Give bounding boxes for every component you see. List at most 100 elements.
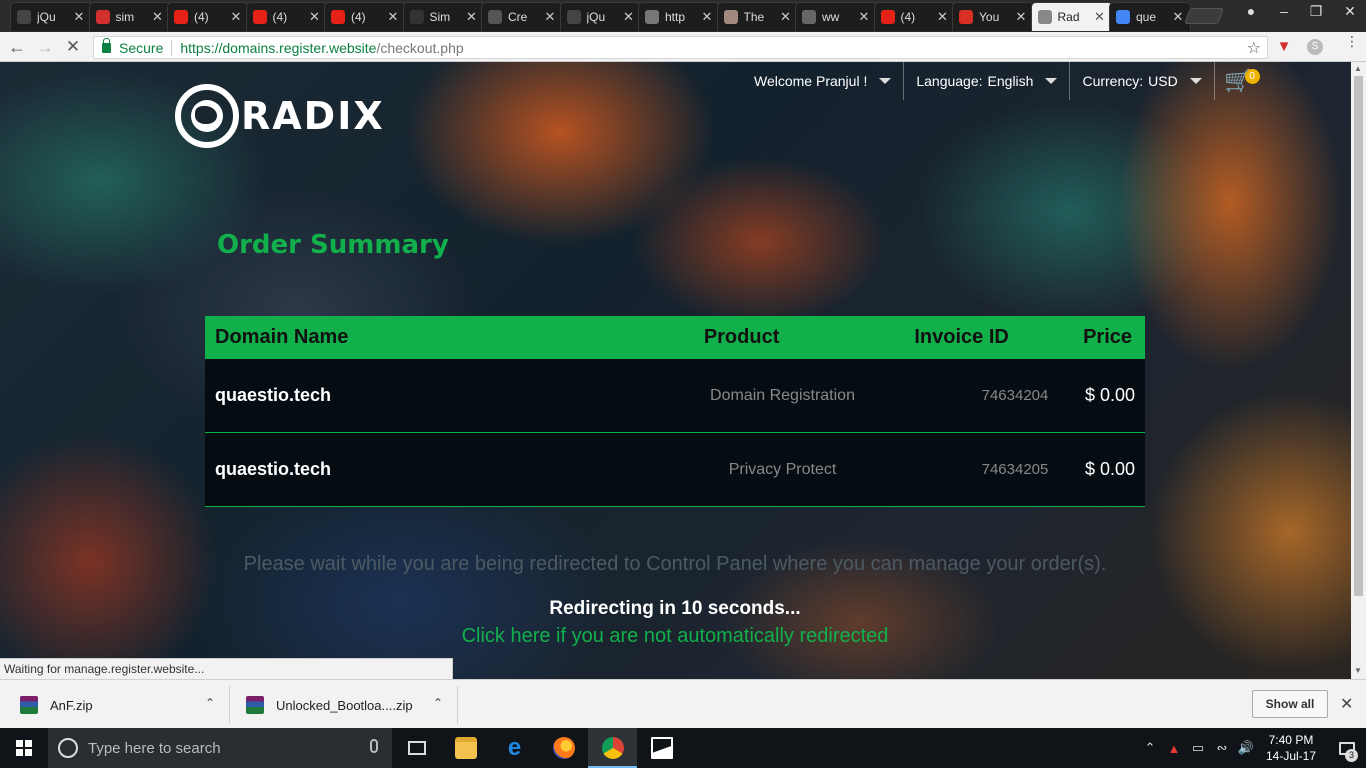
tab-close-icon[interactable]: ✕ (1171, 9, 1185, 25)
n-icon (95, 10, 110, 24)
browser-tab[interactable]: You ✕ (952, 2, 1034, 31)
bookmark-star-icon[interactable]: ☆ (1247, 38, 1261, 58)
currency-selector[interactable]: Currency: USD (1070, 62, 1215, 100)
tab-label: http (665, 10, 686, 24)
scrollbar-thumb[interactable] (1354, 76, 1363, 596)
browser-tab[interactable]: (4) ✕ (167, 2, 249, 31)
tab-close-icon[interactable]: ✕ (1093, 9, 1107, 25)
archive-file-icon (246, 696, 264, 714)
address-bar[interactable]: Secure https://domains.register.website/… (93, 36, 1268, 59)
taskbar-firefox[interactable] (539, 728, 588, 768)
browser-tab[interactable]: jQu ✕ (559, 2, 642, 31)
shield-extension-icon[interactable]: ▼ (1276, 39, 1292, 55)
system-clock[interactable]: 7:40 PM 14-Jul-17 (1266, 732, 1316, 764)
tab-close-icon[interactable]: ✕ (543, 9, 557, 25)
tab-close-icon[interactable]: ✕ (229, 9, 243, 25)
browser-tab[interactable]: (4) ✕ (245, 2, 328, 31)
logo-text: RADIX (241, 94, 385, 138)
browser-tab[interactable]: The ✕ (716, 2, 799, 31)
browser-tab[interactable]: ww ✕ (795, 2, 877, 31)
stop-loading-icon[interactable]: ✕ (62, 37, 84, 57)
chevron-up-icon[interactable]: ⌃ (205, 696, 215, 710)
web-page: RADIX Welcome Pranjul ! Language: Englis… (0, 62, 1366, 679)
browser-tab[interactable]: Sim ✕ (402, 2, 485, 31)
tab-label: jQu (586, 10, 606, 24)
tab-label: Sim (429, 10, 451, 24)
tab-close-icon[interactable]: ✕ (700, 9, 714, 25)
tab-label: jQu (37, 10, 56, 24)
tab-close-icon[interactable]: ✕ (386, 9, 400, 25)
forward-button[interactable]: → (34, 37, 56, 57)
tab-close-icon[interactable]: ✕ (465, 9, 479, 25)
radix-logo[interactable]: RADIX (175, 84, 385, 148)
app-tray-icon[interactable]: ▲ (1162, 741, 1186, 756)
browser-tab[interactable]: (4) ✕ (873, 2, 956, 31)
scroll-up-icon[interactable]: ▲ (1354, 64, 1362, 73)
cart-count-badge: 0 (1244, 69, 1260, 84)
taskbar-search[interactable]: Type here to search (48, 728, 392, 768)
fm-icon (802, 10, 816, 24)
scroll-down-icon[interactable]: ▼ (1354, 666, 1362, 675)
back-button[interactable]: ← (6, 37, 28, 57)
task-view-button[interactable] (392, 728, 441, 768)
action-center-button[interactable]: 3 (1328, 728, 1366, 768)
table-row: quaestio.tech Domain Registration 746342… (205, 359, 1145, 433)
chevron-up-icon[interactable]: ⌃ (1138, 740, 1162, 756)
tab-close-icon[interactable]: ✕ (1014, 9, 1028, 25)
page-scrollbar[interactable]: ▲ ▼ (1351, 62, 1366, 679)
tab-close-icon[interactable]: ✕ (72, 9, 86, 25)
minimize-icon[interactable]: – (1270, 2, 1298, 20)
taskbar-file-explorer[interactable] (441, 728, 490, 768)
tab-close-icon[interactable]: ✕ (151, 9, 165, 25)
browser-tab[interactable]: que ✕ (1109, 2, 1191, 31)
download-item[interactable]: AnF.zip ⌃ (0, 686, 230, 724)
show-all-button[interactable]: Show all (1252, 690, 1328, 718)
battery-icon[interactable]: ▭ (1186, 740, 1210, 756)
browser-menu-icon[interactable]: ⋮ (1345, 34, 1359, 48)
clock-date: 14-Jul-17 (1265, 749, 1316, 763)
browser-tab[interactable]: Rad ✕ (1030, 2, 1113, 31)
chevron-up-icon[interactable]: ⌃ (433, 696, 443, 710)
browser-tab[interactable]: jQu ✕ (10, 2, 92, 31)
wait-message: Please wait while you are being redirect… (243, 553, 1107, 575)
browser-tab[interactable]: http ✕ (638, 2, 720, 31)
profile-avatar[interactable]: S (1307, 39, 1323, 55)
new-tab-button[interactable] (1184, 8, 1224, 24)
welcome-menu[interactable]: Welcome Pranjul ! (742, 62, 905, 100)
taskbar-chrome[interactable] (588, 728, 637, 768)
windows-taskbar: Type here to search e ⌃ ▲ ▭ ∾ 🔊 7:40 PM … (0, 728, 1366, 768)
order-table: Domain Name Product Invoice ID Price qua… (205, 316, 1145, 507)
restore-icon[interactable]: ❐ (1302, 2, 1330, 20)
taskbar-photos[interactable] (637, 728, 686, 768)
lock-icon (102, 37, 111, 53)
window-close-icon[interactable]: ✕ (1336, 2, 1364, 20)
language-selector[interactable]: Language: English (904, 62, 1071, 100)
user-icon[interactable]: ● (1237, 2, 1265, 20)
tab-strip: jQu ✕ sim ✕ (4) ✕ (4) ✕ (4) ✕ Sim ✕ Cre ✕ jQu ✕ http ✕ The… (0, 0, 1366, 32)
cortana-icon (58, 738, 78, 758)
start-button[interactable] (0, 728, 48, 768)
download-item[interactable]: Unlocked_Bootloa....zip ⌃ (230, 686, 458, 724)
redirect-link[interactable]: Click here if you are not automatically … (0, 625, 1350, 648)
tab-close-icon[interactable]: ✕ (622, 9, 636, 25)
tab-close-icon[interactable]: ✕ (857, 9, 871, 25)
volume-icon[interactable]: 🔊 (1234, 740, 1258, 756)
caret-down-icon (1189, 78, 1202, 84)
browser-tab[interactable]: sim ✕ (88, 2, 171, 31)
taskbar-edge[interactable]: e (490, 728, 539, 768)
notification-count: 3 (1345, 749, 1358, 762)
tab-close-icon[interactable]: ✕ (936, 9, 950, 25)
wifi-icon[interactable]: ∾ (1210, 740, 1234, 756)
language-label: Language: (916, 73, 983, 89)
tab-close-icon[interactable]: ✕ (308, 9, 322, 25)
cart-button[interactable]: 🛒 0 (1215, 62, 1261, 100)
close-icon[interactable]: ✕ (1340, 694, 1353, 714)
clock-time: 7:40 PM (1268, 733, 1314, 747)
url-text[interactable]: https://domains.register.website/checkou… (180, 40, 463, 56)
secure-indicator[interactable]: Secure (102, 37, 163, 56)
browser-tab[interactable]: (4) ✕ (324, 2, 406, 31)
browser-tab[interactable]: Cre ✕ (481, 2, 563, 31)
tab-close-icon[interactable]: ✕ (779, 9, 793, 25)
header-product: Product (703, 326, 780, 348)
microphone-icon[interactable] (370, 739, 378, 753)
